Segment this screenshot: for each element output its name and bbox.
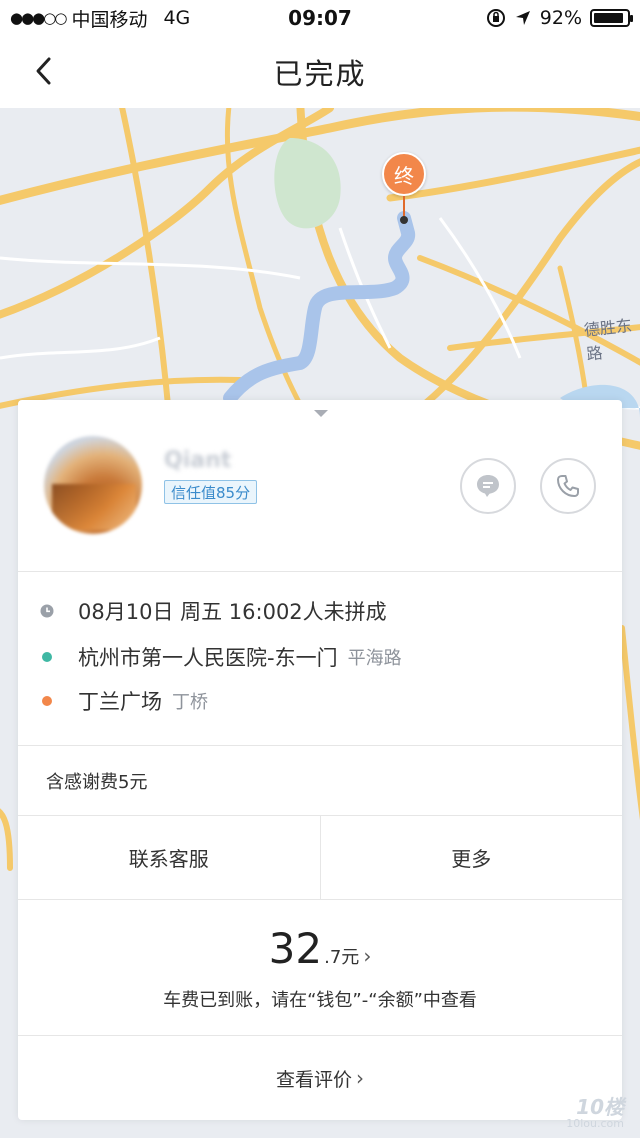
order-card: Qiant 信任值85分 08月10日 周五 16:002人未拼成 杭州市第一人… (18, 400, 622, 1120)
destination-row: 丁兰广场 丁桥 (40, 686, 208, 716)
end-pin-dot (400, 216, 408, 224)
clock-icon (40, 604, 54, 618)
price-integer: 32 (268, 924, 323, 973)
price-decimal: .7元 (324, 947, 360, 968)
network-label: 4G (163, 7, 191, 29)
origin-area: 平海路 (347, 648, 402, 669)
contact-service-button[interactable]: 联系客服 (18, 816, 320, 899)
page-title: 已完成 (273, 57, 367, 91)
destination-name: 丁兰广场 (78, 690, 162, 714)
watermark-sub: 10lou.com (566, 1117, 624, 1130)
back-button[interactable] (28, 56, 58, 86)
watermark-main: 10楼 (576, 1095, 624, 1119)
end-pin-label: 终 (382, 152, 426, 196)
chevron-right-icon: › (363, 944, 372, 968)
battery-percent: 92% (539, 7, 582, 29)
rotation-lock-icon (486, 9, 505, 27)
status-right: 92% (400, 7, 633, 29)
chevron-right-icon: › (356, 1066, 364, 1090)
more-button[interactable]: 更多 (319, 816, 623, 899)
end-pin-stem (403, 196, 405, 218)
price-link[interactable]: 32 .7元 › (18, 924, 622, 973)
origin-dot-icon (40, 650, 54, 664)
battery-fill (594, 13, 624, 23)
back-chevron-icon (36, 57, 51, 85)
driver-name: Qiant (164, 448, 232, 473)
end-pin: 终 (382, 152, 426, 224)
phone-icon (557, 475, 579, 497)
nav-bar: 已完成 (0, 36, 640, 108)
road-label: 德胜东路 (583, 315, 633, 364)
trip-time: 08月10日 周五 16:002人未拼成 (78, 600, 387, 624)
trip-details: 08月10日 周五 16:002人未拼成 杭州市第一人民医院-东一门 平海路 丁… (18, 572, 622, 746)
watermark-logo: 10楼 10lou.com (544, 1096, 624, 1132)
payment-note: 车费已到账，请在“钱包”-“余额”中查看 (163, 990, 477, 1011)
battery-icon (590, 9, 633, 27)
action-row: 联系客服 更多 (18, 816, 622, 900)
chat-bubble-icon (477, 475, 499, 497)
fee-note: 含感谢费5元 (18, 746, 622, 816)
status-left: ●●●○○ 中国移动 4G (10, 5, 240, 32)
destination-area: 丁桥 (172, 692, 208, 713)
location-arrow-icon (515, 11, 530, 25)
origin-row: 杭州市第一人民医院-东一门 平海路 (40, 642, 402, 672)
trust-badge: 信任值85分 (164, 480, 258, 504)
status-bar: ●●●○○ 中国移动 4G 09:07 92% (0, 0, 640, 36)
carrier-label: 中国移动 (71, 8, 148, 31)
message-button[interactable] (460, 458, 516, 514)
call-button[interactable] (540, 458, 596, 514)
view-review-button[interactable]: 查看评价 › (18, 1036, 622, 1120)
driver-avatar (44, 436, 142, 534)
origin-name: 杭州市第一人民医院-东一门 (78, 646, 338, 670)
view-review-label: 查看评价 (275, 1068, 352, 1091)
signal-icon: ●●●○○ (10, 9, 67, 27)
trip-time-row: 08月10日 周五 16:002人未拼成 (40, 596, 387, 626)
status-time: 09:07 (288, 6, 352, 30)
payment-section: 32 .7元 › 车费已到账，请在“钱包”-“余额”中查看 (18, 900, 622, 1036)
driver-section: Qiant 信任值85分 (18, 400, 622, 572)
destination-dot-icon (40, 694, 54, 708)
